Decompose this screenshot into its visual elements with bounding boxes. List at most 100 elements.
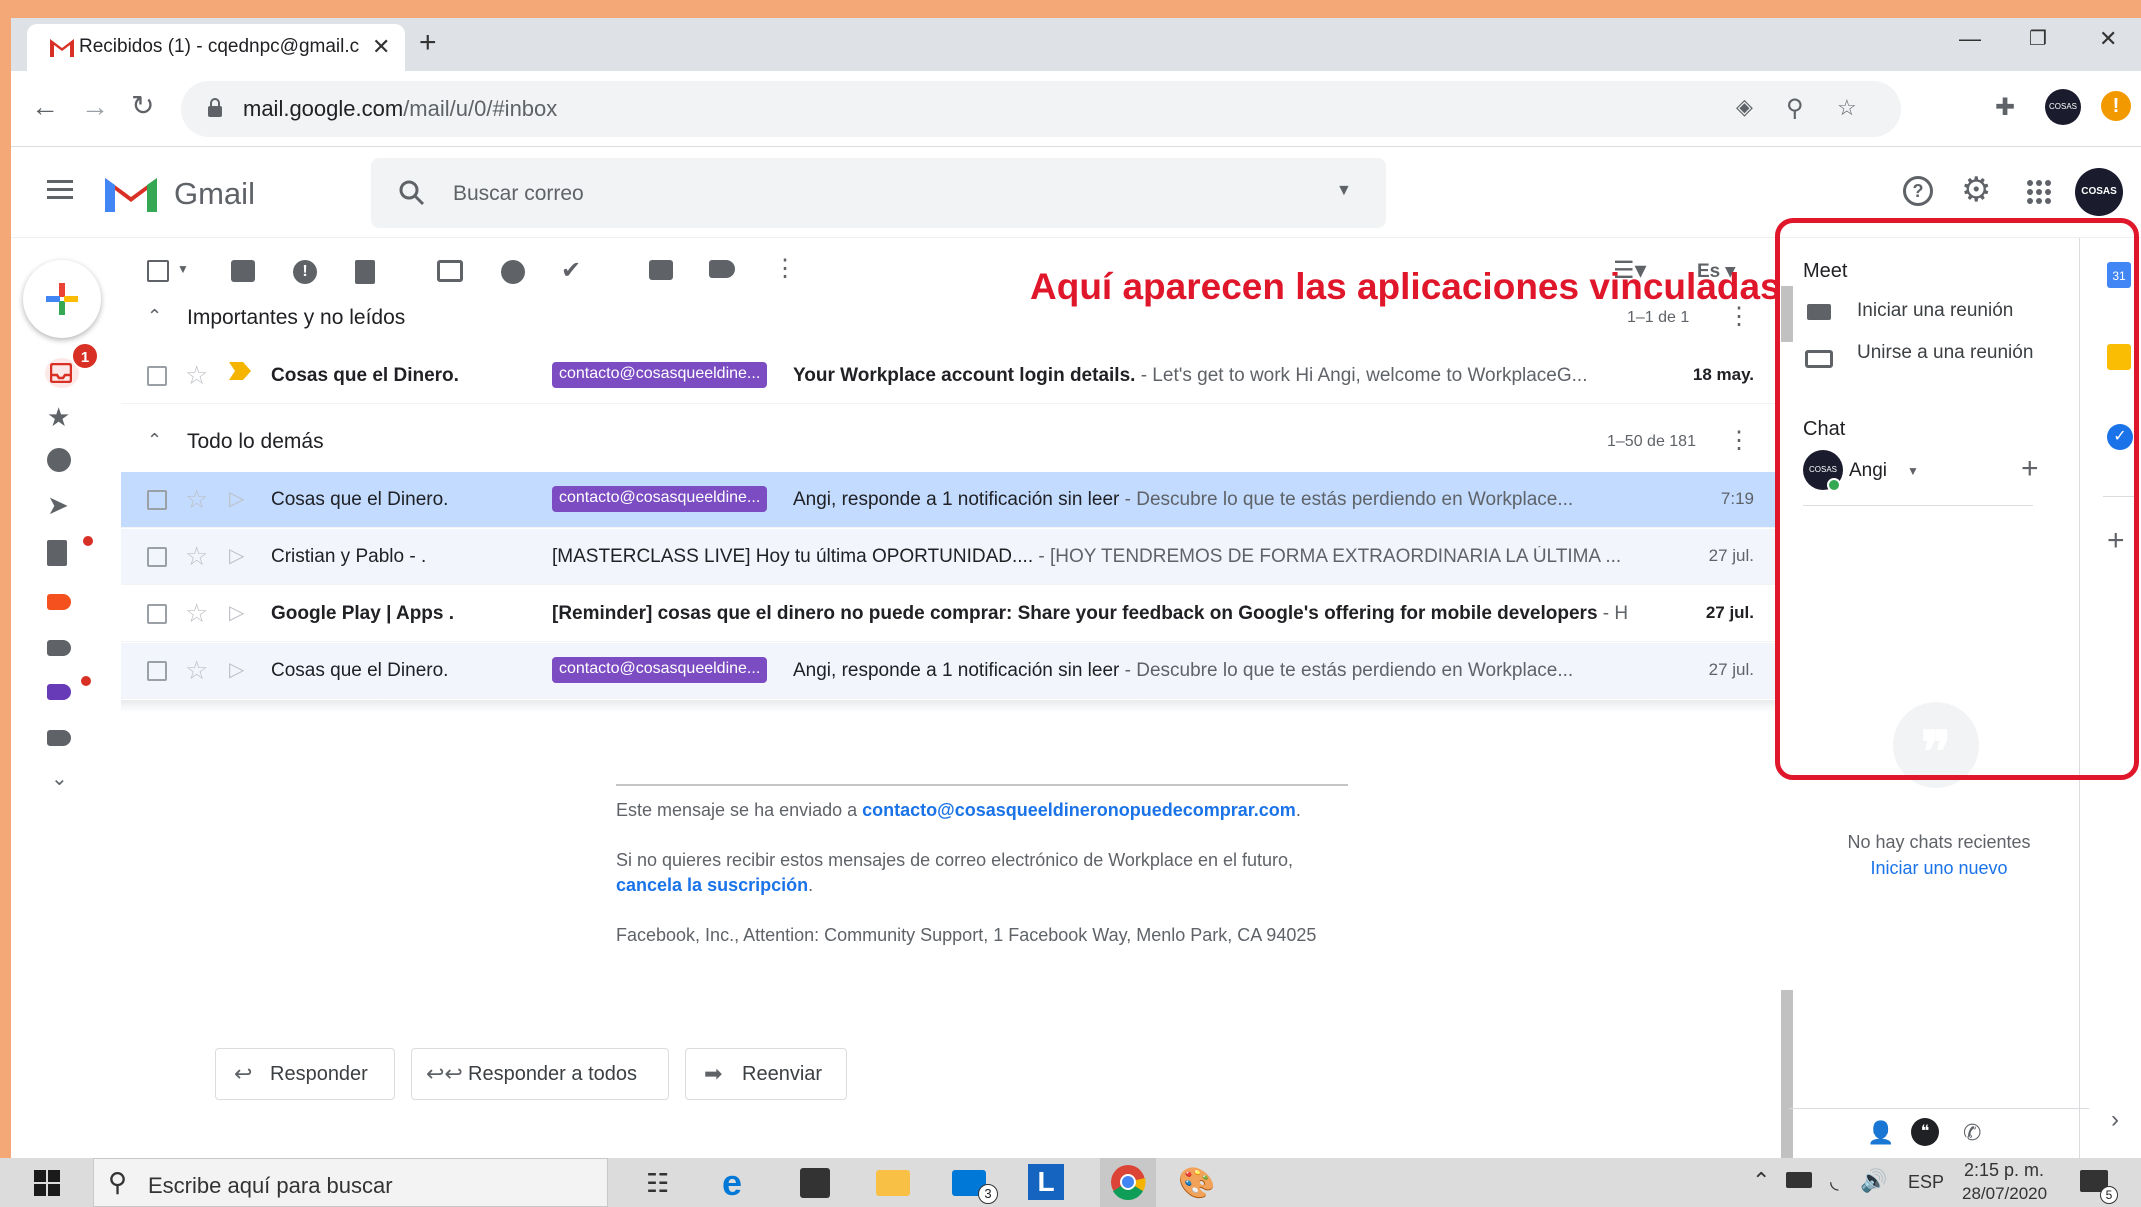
clock-time[interactable]: 2:15 p. m. bbox=[1964, 1160, 2044, 1181]
unsubscribe-link[interactable]: cancela la suscripción bbox=[616, 875, 808, 895]
row-checkbox[interactable] bbox=[147, 366, 167, 386]
important-marker-icon[interactable] bbox=[229, 362, 251, 386]
row-checkbox[interactable] bbox=[147, 490, 167, 510]
table-row[interactable]: ☆ ▷ Cosas que el Dinero. contacto@cosasq… bbox=[121, 472, 1776, 528]
taskbar-search-input[interactable]: Escribe aquí para buscar bbox=[148, 1173, 393, 1199]
snoozed-clock-icon[interactable] bbox=[47, 448, 71, 472]
search-input[interactable]: Buscar correo bbox=[453, 182, 584, 206]
reload-icon[interactable]: ↻ bbox=[131, 89, 154, 122]
compose-button[interactable] bbox=[23, 260, 101, 338]
search-options-icon[interactable]: ▼ bbox=[1336, 182, 1352, 200]
contacts-icon[interactable]: 👤 bbox=[1867, 1120, 1894, 1146]
label-orange-icon[interactable] bbox=[47, 594, 71, 610]
star-icon[interactable]: ☆ bbox=[185, 598, 208, 629]
close-window-icon[interactable]: ✕ bbox=[2099, 26, 2117, 52]
browser-tab[interactable]: Recibidos (1) - cqednpc@gmail.c ✕ bbox=[27, 24, 405, 71]
eye-icon[interactable]: ◈ bbox=[1736, 94, 1753, 120]
main-menu-icon[interactable] bbox=[47, 180, 73, 200]
bookmark-star-icon[interactable]: ☆ bbox=[1837, 95, 1857, 121]
drafts-icon[interactable] bbox=[47, 540, 67, 566]
minimize-icon[interactable]: — bbox=[1959, 26, 1981, 52]
star-icon[interactable]: ☆ bbox=[185, 484, 208, 515]
sent-to-email-link[interactable]: contacto@cosasqueeldineronopuedecomprar.… bbox=[862, 800, 1296, 820]
reply-all-button[interactable]: ↩↩ Responder a todos bbox=[411, 1048, 669, 1100]
edge-browser-icon[interactable]: e bbox=[722, 1162, 742, 1204]
reply-button[interactable]: ↩ Responder bbox=[215, 1048, 395, 1100]
extensions-icon[interactable]: ✚ bbox=[1995, 93, 2015, 122]
clock-date[interactable]: 28/07/2020 bbox=[1962, 1184, 2047, 1204]
row-label[interactable]: contacto@cosasqueeldine... bbox=[552, 486, 768, 512]
start-new-chat-link[interactable]: Iniciar uno nuevo bbox=[1789, 858, 2089, 879]
l-app-icon[interactable]: L bbox=[1028, 1164, 1064, 1200]
table-row[interactable]: ☆ ▷ Cristian y Pablo - . [MASTERCLASS LI… bbox=[121, 529, 1776, 585]
profile-avatar-icon[interactable]: COSAS bbox=[2045, 89, 2081, 125]
task-view-icon[interactable]: ☷ bbox=[646, 1168, 669, 1199]
forward-icon[interactable]: → bbox=[81, 91, 109, 123]
table-row[interactable]: ☆ ▷ Cosas que el Dinero. contacto@cosasq… bbox=[121, 643, 1776, 699]
row-label[interactable]: contacto@cosasqueeldine... bbox=[552, 657, 768, 683]
volume-icon[interactable]: 🔊 bbox=[1860, 1168, 1887, 1194]
restore-icon[interactable]: ❐ bbox=[2029, 26, 2047, 51]
collapse-icon[interactable]: ⌃ bbox=[147, 306, 162, 327]
star-icon[interactable]: ☆ bbox=[185, 360, 208, 391]
language-indicator[interactable]: ESP bbox=[1908, 1172, 1944, 1193]
mark-read-icon[interactable] bbox=[437, 260, 463, 282]
taskbar-search-box[interactable]: ⚲ Escribe aquí para buscar bbox=[93, 1158, 608, 1207]
label-purple-icon[interactable] bbox=[47, 684, 71, 700]
add-task-icon[interactable]: ✔ bbox=[561, 256, 581, 285]
show-hidden-icons[interactable]: ⌃ bbox=[1752, 1168, 1770, 1194]
store-icon[interactable] bbox=[800, 1168, 830, 1198]
section-options-icon[interactable]: ⋮ bbox=[1727, 426, 1751, 455]
chat-bubble-icon[interactable]: ❝ bbox=[1911, 1118, 1939, 1146]
move-to-icon[interactable] bbox=[649, 260, 673, 280]
section-everything-else[interactable]: ⌃ Todo lo demás 1–50 de 181 ⋮ bbox=[121, 414, 1776, 470]
labels-icon[interactable] bbox=[709, 260, 735, 278]
select-menu-icon[interactable]: ▼ bbox=[177, 262, 189, 276]
important-marker-icon[interactable]: ▷ bbox=[229, 543, 244, 568]
archive-icon[interactable] bbox=[231, 260, 255, 282]
snooze-icon[interactable] bbox=[501, 260, 525, 284]
search-bar[interactable]: Buscar correo ▼ bbox=[371, 158, 1386, 228]
expand-more-icon[interactable]: ⌄ bbox=[51, 766, 68, 791]
label-grey-icon[interactable] bbox=[47, 640, 71, 656]
back-icon[interactable]: ← bbox=[31, 91, 59, 123]
tab-close-icon[interactable]: ✕ bbox=[372, 34, 390, 60]
collapse-icon[interactable]: ⌃ bbox=[147, 430, 162, 451]
update-alert-icon[interactable]: ! bbox=[2101, 91, 2131, 121]
battery-icon[interactable] bbox=[1786, 1172, 1812, 1188]
row-label[interactable]: contacto@cosasqueeldine... bbox=[552, 362, 768, 388]
wifi-icon[interactable]: ◟ bbox=[1830, 1168, 1839, 1194]
select-all-checkbox[interactable] bbox=[147, 260, 169, 282]
important-marker-icon[interactable]: ▷ bbox=[229, 600, 244, 625]
table-row[interactable]: ☆ Cosas que el Dinero. contacto@cosasque… bbox=[121, 348, 1776, 404]
apps-grid-icon[interactable] bbox=[2027, 180, 2051, 204]
starred-icon[interactable]: ★ bbox=[47, 402, 70, 433]
sent-icon[interactable]: ➤ bbox=[47, 490, 69, 521]
account-avatar[interactable]: COSAS bbox=[2075, 168, 2123, 216]
windows-start-icon[interactable] bbox=[34, 1170, 60, 1201]
phone-icon[interactable]: ✆ bbox=[1963, 1120, 1981, 1146]
table-row[interactable]: ☆ ▷ Google Play | Apps . [Reminder] cosa… bbox=[121, 586, 1776, 642]
expand-panel-icon[interactable]: › bbox=[2111, 1106, 2119, 1134]
paint-app-icon[interactable]: 🎨 bbox=[1178, 1166, 1215, 1201]
star-icon[interactable]: ☆ bbox=[185, 541, 208, 572]
search-icon[interactable] bbox=[399, 180, 425, 206]
star-icon[interactable]: ☆ bbox=[185, 655, 208, 686]
more-actions-icon[interactable]: ⋮ bbox=[773, 254, 797, 283]
new-tab-icon[interactable]: + bbox=[419, 28, 437, 58]
chrome-taskbar-button[interactable] bbox=[1100, 1158, 1156, 1207]
report-spam-icon[interactable]: ! bbox=[293, 260, 317, 284]
help-icon[interactable]: ? bbox=[1903, 176, 1933, 206]
gmail-logo-icon[interactable] bbox=[103, 172, 159, 214]
forward-button[interactable]: ➡ Reenviar bbox=[685, 1048, 847, 1100]
important-marker-icon[interactable]: ▷ bbox=[229, 657, 244, 682]
zoom-icon[interactable]: ⚲ bbox=[1786, 94, 1804, 123]
label-grey2-icon[interactable] bbox=[47, 730, 71, 746]
row-checkbox[interactable] bbox=[147, 661, 167, 681]
file-explorer-icon[interactable] bbox=[876, 1170, 910, 1196]
row-checkbox[interactable] bbox=[147, 547, 167, 567]
address-bar[interactable]: mail.google.com/mail/u/0/#inbox ☆ ⚲ ◈ bbox=[181, 81, 1901, 137]
settings-gear-icon[interactable]: ⚙ bbox=[1961, 170, 1991, 210]
row-checkbox[interactable] bbox=[147, 604, 167, 624]
delete-icon[interactable] bbox=[355, 260, 375, 284]
